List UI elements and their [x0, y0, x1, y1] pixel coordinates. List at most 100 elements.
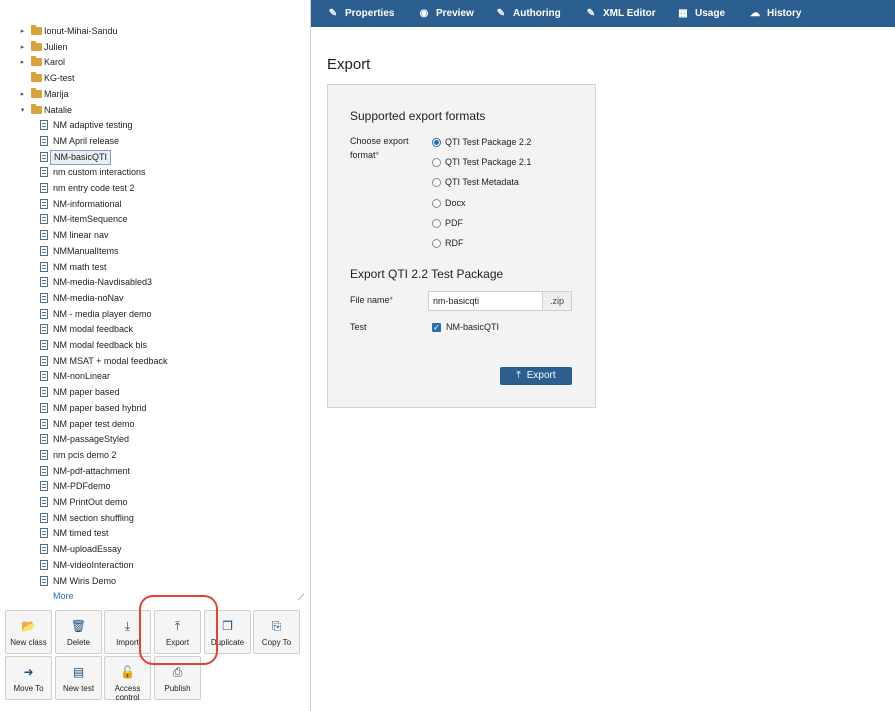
trash-icon: 🗑 [70, 619, 87, 633]
tab-preview[interactable]: ◉ Preview [418, 0, 474, 27]
tab-xml-editor[interactable]: ✎ XML Editor [585, 0, 656, 27]
test-document-icon [40, 277, 48, 288]
new-test-icon: ▤ [72, 665, 85, 679]
publish-button[interactable]: ⎙ Publish [154, 656, 201, 700]
test-label: Test [350, 322, 367, 332]
test-document-icon [40, 434, 48, 445]
test-document-icon [40, 292, 48, 303]
resource-tree: ▸ Ionut-Mihai-Sandu ▸ Julien ▸ Karol KG-test ▸ M… [0, 24, 311, 606]
move-to-button[interactable]: ➜ Move To [5, 656, 52, 700]
test-document-icon [40, 324, 48, 335]
import-button[interactable]: ⤓ Import [104, 610, 151, 654]
tree-item-label: NM April release [53, 135, 120, 146]
tab-authoring[interactable]: ✎ Authoring [495, 0, 561, 27]
format-option-label[interactable]: QTI Test Metadata [445, 177, 519, 187]
format-radio[interactable] [432, 138, 441, 147]
test-document-icon [40, 544, 48, 555]
tree-toggle-icon[interactable]: ▸ [18, 24, 27, 39]
tree-toggle-icon[interactable]: ▸ [18, 55, 27, 70]
test-document-icon [40, 214, 48, 225]
action-label: New class [10, 638, 47, 647]
filename-input[interactable]: nm-basicqti [428, 291, 543, 311]
move-to-icon: ➜ [23, 665, 34, 679]
test-document-icon [40, 340, 48, 350]
format-option-label[interactable]: RDF [445, 238, 464, 248]
tree-toggle-icon[interactable]: ▸ [18, 40, 27, 55]
tree-toggle-icon[interactable]: ▾ [18, 103, 27, 118]
pencil-icon: ✎ [586, 8, 596, 19]
action-label: Move To [13, 684, 44, 693]
export-submit-button[interactable]: ⤒ Export [500, 367, 572, 385]
folder-icon [31, 72, 42, 83]
folder-icon [31, 40, 42, 51]
new-class-button[interactable]: 📂 New class [5, 610, 52, 654]
tree-item-label: NM modal feedback [53, 324, 134, 335]
folder-open-icon: 📂 [21, 619, 36, 633]
more-link[interactable]: More [53, 591, 74, 601]
sidebar: ▸ Ionut-Mihai-Sandu ▸ Julien ▸ Karol KG-test ▸ M… [0, 0, 311, 711]
test-document-icon [40, 528, 48, 539]
tree-folder-label: KG-test [44, 73, 75, 84]
tree-item-label: NMManualItems [53, 245, 119, 256]
page-title: Export [327, 56, 371, 73]
new-test-button[interactable]: ▤ New test [55, 656, 102, 700]
format-option-label[interactable]: PDF [445, 218, 463, 228]
eye-icon: ◉ [419, 8, 429, 19]
tree-item-label: nm entry code test 2 [53, 183, 135, 193]
folder-icon [31, 56, 42, 67]
duplicate-button[interactable]: ❐ Duplicate [204, 610, 251, 654]
export-icon: ⤒ [516, 370, 521, 381]
tree-item-label: NM-passageStyled [53, 434, 130, 445]
folder-icon [31, 25, 42, 35]
format-radio[interactable] [432, 158, 441, 167]
tree-item-label: NM-uploadEssay [53, 544, 122, 555]
tree-item-label: NM paper based hybrid [53, 402, 147, 413]
tree-item-label: NM MSAT + modal feedback [53, 355, 168, 366]
tree-item-label: NM-nonLinear [53, 371, 111, 382]
test-checkbox[interactable]: ✓ [432, 323, 441, 332]
delete-button[interactable]: 🗑 Delete [55, 610, 102, 654]
tree-item-label: nm pcis demo 2 [53, 449, 117, 460]
format-option-label[interactable]: QTI Test Package 2.2 [445, 137, 531, 147]
test-document-icon [40, 230, 48, 241]
export-button[interactable]: ⤒ Export [154, 610, 201, 654]
tree-item-label: NM-videoInteraction [53, 559, 134, 570]
access-control-button[interactable]: 🔓 Access control [104, 656, 151, 702]
action-label: New test [62, 684, 95, 693]
tree-toggle-icon[interactable]: ▸ [18, 87, 27, 102]
action-label: Duplicate [210, 638, 245, 647]
tab-label: Authoring [513, 8, 561, 19]
package-heading: Export QTI 2.2 Test Package [350, 267, 504, 281]
tab-label: XML Editor [603, 8, 656, 19]
tree-item-label: NM modal feedback bis [53, 340, 148, 350]
test-document-icon [40, 120, 48, 131]
pencil-icon: ✎ [496, 8, 506, 19]
tree-item-label: NM-pdf-attachment [53, 465, 131, 476]
tree-folder-label: Karol [44, 57, 66, 68]
tab-usage[interactable]: ▦ Usage [677, 0, 725, 27]
tab-label: History [767, 8, 802, 19]
tree-item-label: NM - media player demo [53, 308, 152, 319]
test-document-icon [40, 308, 48, 319]
format-radio[interactable] [432, 178, 441, 187]
format-option-label[interactable]: Docx [445, 198, 466, 208]
format-option-label[interactable]: QTI Test Package 2.1 [445, 157, 531, 167]
test-document-icon [40, 245, 48, 256]
tab-history[interactable]: ☁ History [749, 0, 801, 27]
folder-icon [31, 103, 42, 114]
copy-to-button[interactable]: ⎘ Copy To [253, 610, 300, 654]
action-label: Delete [66, 638, 91, 647]
format-radio[interactable] [432, 199, 441, 208]
tree-item-label: NM section shuffling [53, 512, 134, 523]
tree-folder-label: Ionut-Mihai-Sandu [44, 26, 118, 36]
tab-properties[interactable]: ✎ Properties [327, 0, 395, 27]
resize-handle-icon[interactable]: ⟋ [298, 592, 304, 603]
required-mark: * [375, 150, 380, 160]
format-radio[interactable] [432, 239, 441, 248]
format-radio[interactable] [432, 219, 441, 228]
tree-item-label: nm custom interactions [53, 167, 146, 178]
filename-label: File name* [350, 295, 393, 305]
duplicate-icon: ❐ [222, 619, 233, 633]
test-document-icon [40, 497, 48, 507]
tree-item-label: NM Wiris Demo [53, 575, 116, 586]
